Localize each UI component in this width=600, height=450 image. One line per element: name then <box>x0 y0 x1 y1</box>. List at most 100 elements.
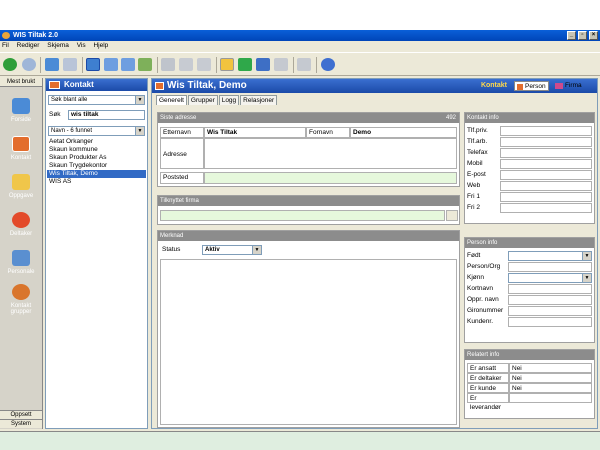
cut-icon[interactable] <box>161 58 175 71</box>
firma-field[interactable] <box>160 210 445 221</box>
kjonn-select[interactable]: ▼ <box>508 273 592 283</box>
tab-grupper[interactable]: Grupper <box>187 95 218 105</box>
tlf-arb-field[interactable] <box>500 137 592 147</box>
search-input[interactable]: wis tiltak <box>68 110 145 120</box>
sort-select[interactable]: Navn - 6 funnet ▼ <box>48 126 145 136</box>
relatert-label: Er ansatt <box>467 363 509 373</box>
list-item[interactable]: Skaun Trygdekontor <box>47 162 146 170</box>
field-label: Oppr. navn <box>467 296 499 303</box>
field-label: Telefax <box>467 149 488 156</box>
fri2-field[interactable] <box>500 203 592 213</box>
layout-2-icon[interactable] <box>104 58 118 71</box>
nav-item-deltaker[interactable]: Deltaker <box>0 212 42 237</box>
home-icon[interactable] <box>45 58 59 71</box>
fri1-field[interactable] <box>500 192 592 202</box>
refresh-icon[interactable] <box>63 58 77 71</box>
field-label: Fri 2 <box>467 204 480 211</box>
fornavn-field[interactable]: Demo <box>350 127 457 138</box>
nav-item-personale[interactable]: Personale <box>0 250 42 275</box>
menu-bar: Fil Rediger Skjema Vis Hjelp <box>0 41 600 51</box>
relatert-value: Nei <box>509 383 592 393</box>
save-icon[interactable] <box>256 58 270 71</box>
firma-toggle[interactable]: Firma <box>553 81 595 91</box>
nav-item-oppgave[interactable]: Oppgave <box>0 174 42 199</box>
layout-3-icon[interactable] <box>121 58 135 71</box>
person-info-header: Person info <box>465 238 594 248</box>
checklist-icon[interactable] <box>138 58 152 71</box>
nav-oppsett[interactable]: Oppsett <box>0 410 42 419</box>
tab-bar: Generelt Grupper Logg Relasjoner <box>156 95 278 105</box>
person-org-field[interactable] <box>508 262 592 272</box>
status-select[interactable]: Aktiv ▼ <box>202 245 262 255</box>
list-item[interactable]: WIS AS <box>47 178 146 186</box>
kundenr-field[interactable] <box>508 317 592 327</box>
forward-icon[interactable] <box>22 58 36 71</box>
firma-picker-button[interactable] <box>446 210 458 221</box>
search-scope-select[interactable]: Søk blant alle ▼ <box>48 95 145 105</box>
field-label: Web <box>467 182 481 189</box>
fodt-select[interactable]: ▼ <box>508 251 592 261</box>
search-label: Søk <box>49 111 61 118</box>
person-toggle[interactable]: Person <box>514 81 549 91</box>
list-item[interactable]: Aetat Orkanger <box>47 138 146 146</box>
nav-header[interactable]: Mest brukt <box>0 78 42 87</box>
add-icon[interactable] <box>238 58 252 71</box>
page-title: Wis Tiltak, Demo <box>167 80 247 91</box>
note-icon[interactable] <box>297 58 311 71</box>
menu-rediger[interactable]: Rediger <box>17 42 40 49</box>
paste-icon[interactable] <box>197 58 211 71</box>
edit-icon[interactable] <box>220 58 234 71</box>
relatert-label: Er deltaker <box>467 373 509 383</box>
company-icon <box>555 83 563 89</box>
oppr-navn-field[interactable] <box>508 295 592 305</box>
epost-field[interactable] <box>500 170 592 180</box>
group-icon <box>12 284 30 300</box>
person-info-group: Person info Født ▼ Person/Org Kjønn ▼ Ko… <box>464 237 595 343</box>
close-button[interactable]: × <box>589 31 598 40</box>
back-icon[interactable] <box>3 58 17 71</box>
nav-item-kontakt[interactable]: Kontakt <box>0 136 42 161</box>
list-item-selected[interactable]: Wis Tiltak, Demo <box>47 170 146 178</box>
poststed-field[interactable] <box>204 172 457 184</box>
maximize-button[interactable]: ▫ <box>578 31 587 40</box>
menu-hjelp[interactable]: Hjelp <box>93 42 108 49</box>
menu-skjema[interactable]: Skjema <box>47 42 69 49</box>
contact-icon <box>12 136 30 152</box>
tab-logg[interactable]: Logg <box>218 95 240 105</box>
menu-fil[interactable]: Fil <box>2 42 9 49</box>
tlf-priv-field[interactable] <box>500 126 592 136</box>
undo-icon[interactable] <box>274 58 288 71</box>
tab-relasjoner[interactable]: Relasjoner <box>240 95 278 105</box>
field-label: Person/Org <box>467 263 501 270</box>
relatert-value: Nei <box>509 373 592 383</box>
poststed-label: Poststed <box>160 172 204 184</box>
menu-vis[interactable]: Vis <box>77 42 86 49</box>
minimize-button[interactable]: _ <box>567 31 576 40</box>
telefax-field[interactable] <box>500 148 592 158</box>
adresse-field[interactable] <box>204 138 457 169</box>
nav-item-forside[interactable]: Forside <box>0 98 42 123</box>
list-item[interactable]: Skaun kommune <box>47 146 146 154</box>
web-field[interactable] <box>500 181 592 191</box>
field-label: Kortnavn <box>467 285 494 292</box>
list-item[interactable]: Skaun Produkter As <box>47 154 146 162</box>
copy-icon[interactable] <box>179 58 193 71</box>
tab-generelt[interactable]: Generelt <box>156 95 187 105</box>
field-label: Gironummer <box>467 307 504 314</box>
merknad-group: Merknad Status Aktiv ▼ <box>157 230 460 428</box>
chevron-down-icon: ▼ <box>582 252 591 260</box>
adresse-label: Adresse <box>160 138 204 169</box>
layout-1-icon[interactable] <box>86 58 100 71</box>
help-icon[interactable] <box>321 58 335 71</box>
nav-item-kontakt-grupper[interactable]: Kontakt grupper <box>0 284 42 315</box>
mobil-field[interactable] <box>500 159 592 169</box>
kortnavn-field[interactable] <box>508 284 592 294</box>
firma-group: Tilknyttet firma <box>157 195 460 225</box>
contact-detail-panel: Wis Tiltak, Demo Kontakt Person Firma Ge… <box>151 78 598 429</box>
gironummer-field[interactable] <box>508 306 592 316</box>
field-label: E-post <box>467 171 486 178</box>
nav-system[interactable]: System <box>0 419 42 428</box>
left-navigation: Mest brukt Forside Kontakt Oppgave Delta… <box>0 78 43 429</box>
merknad-textarea[interactable] <box>160 259 457 425</box>
etternavn-field[interactable]: Wis Tiltak <box>204 127 306 138</box>
